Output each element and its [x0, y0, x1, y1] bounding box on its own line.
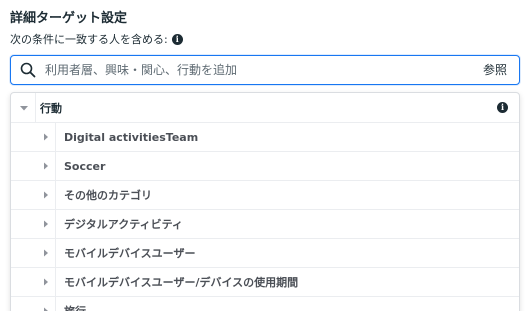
triangle-down-icon[interactable]: [13, 103, 35, 113]
indent-rail: [11, 210, 37, 239]
list-item[interactable]: モバイルデバイスユーザー/デバイスの使用期間: [11, 267, 519, 297]
indent-rail: [11, 181, 37, 210]
divider: [55, 122, 56, 152]
triangle-right-icon[interactable]: [39, 159, 53, 173]
list-item-label: Digital activitiesTeam: [64, 130, 199, 144]
indent-rail: [11, 123, 37, 152]
triangle-right-icon[interactable]: [39, 246, 53, 260]
category-label: 行動: [40, 101, 62, 115]
info-icon[interactable]: i: [171, 34, 183, 45]
section-title: 詳細ターゲット設定: [10, 11, 128, 26]
divider: [35, 93, 36, 122]
triangle-right-icon[interactable]: [39, 130, 53, 144]
divider: [55, 267, 56, 297]
include-criteria-row: 次の条件に一致する人を含める: i: [10, 32, 183, 47]
triangle-right-icon[interactable]: [39, 217, 53, 231]
triangle-right-icon[interactable]: [39, 188, 53, 202]
category-list: Digital activitiesTeam Soccer その他のカテゴリ デ…: [11, 122, 519, 311]
list-item-label: デジタルアクティビティ: [64, 218, 183, 231]
include-criteria-label: 次の条件に一致する人を含める:: [10, 33, 168, 46]
browse-panel: 行動 i Digital activitiesTeam Soccer その他のカ…: [10, 92, 520, 311]
info-icon[interactable]: i: [497, 102, 508, 113]
category-header-behaviors[interactable]: 行動 i: [11, 93, 519, 123]
search-icon: [11, 56, 45, 84]
list-item-label: その他のカテゴリ: [64, 189, 152, 202]
list-item-label: モバイルデバイスユーザー: [64, 247, 196, 260]
list-item[interactable]: Digital activitiesTeam: [11, 122, 519, 152]
indent-rail: [11, 152, 37, 181]
list-item[interactable]: デジタルアクティビティ: [11, 209, 519, 239]
browse-button[interactable]: 参照: [475, 57, 519, 83]
list-item-label: モバイルデバイスユーザー/デバイスの使用期間: [64, 276, 299, 289]
indent-rail: [11, 268, 37, 297]
indent-rail: [11, 239, 37, 268]
list-item[interactable]: その他のカテゴリ: [11, 180, 519, 210]
search-input[interactable]: [45, 57, 475, 83]
divider: [55, 296, 56, 311]
list-item-label: Soccer: [64, 159, 106, 173]
divider: [55, 180, 56, 210]
divider: [55, 238, 56, 268]
list-item[interactable]: 旅行: [11, 296, 519, 311]
detailed-targeting-section: 詳細ターゲット設定 次の条件に一致する人を含める: i 参照 行動 i: [0, 0, 529, 311]
triangle-right-icon[interactable]: [39, 275, 53, 289]
divider: [55, 209, 56, 239]
indent-rail: [11, 297, 37, 311]
divider: [55, 151, 56, 181]
list-item[interactable]: Soccer: [11, 151, 519, 181]
list-item[interactable]: モバイルデバイスユーザー: [11, 238, 519, 268]
triangle-right-icon[interactable]: [39, 304, 53, 311]
targeting-search-box[interactable]: 参照: [10, 55, 520, 85]
list-item-label: 旅行: [64, 303, 86, 311]
